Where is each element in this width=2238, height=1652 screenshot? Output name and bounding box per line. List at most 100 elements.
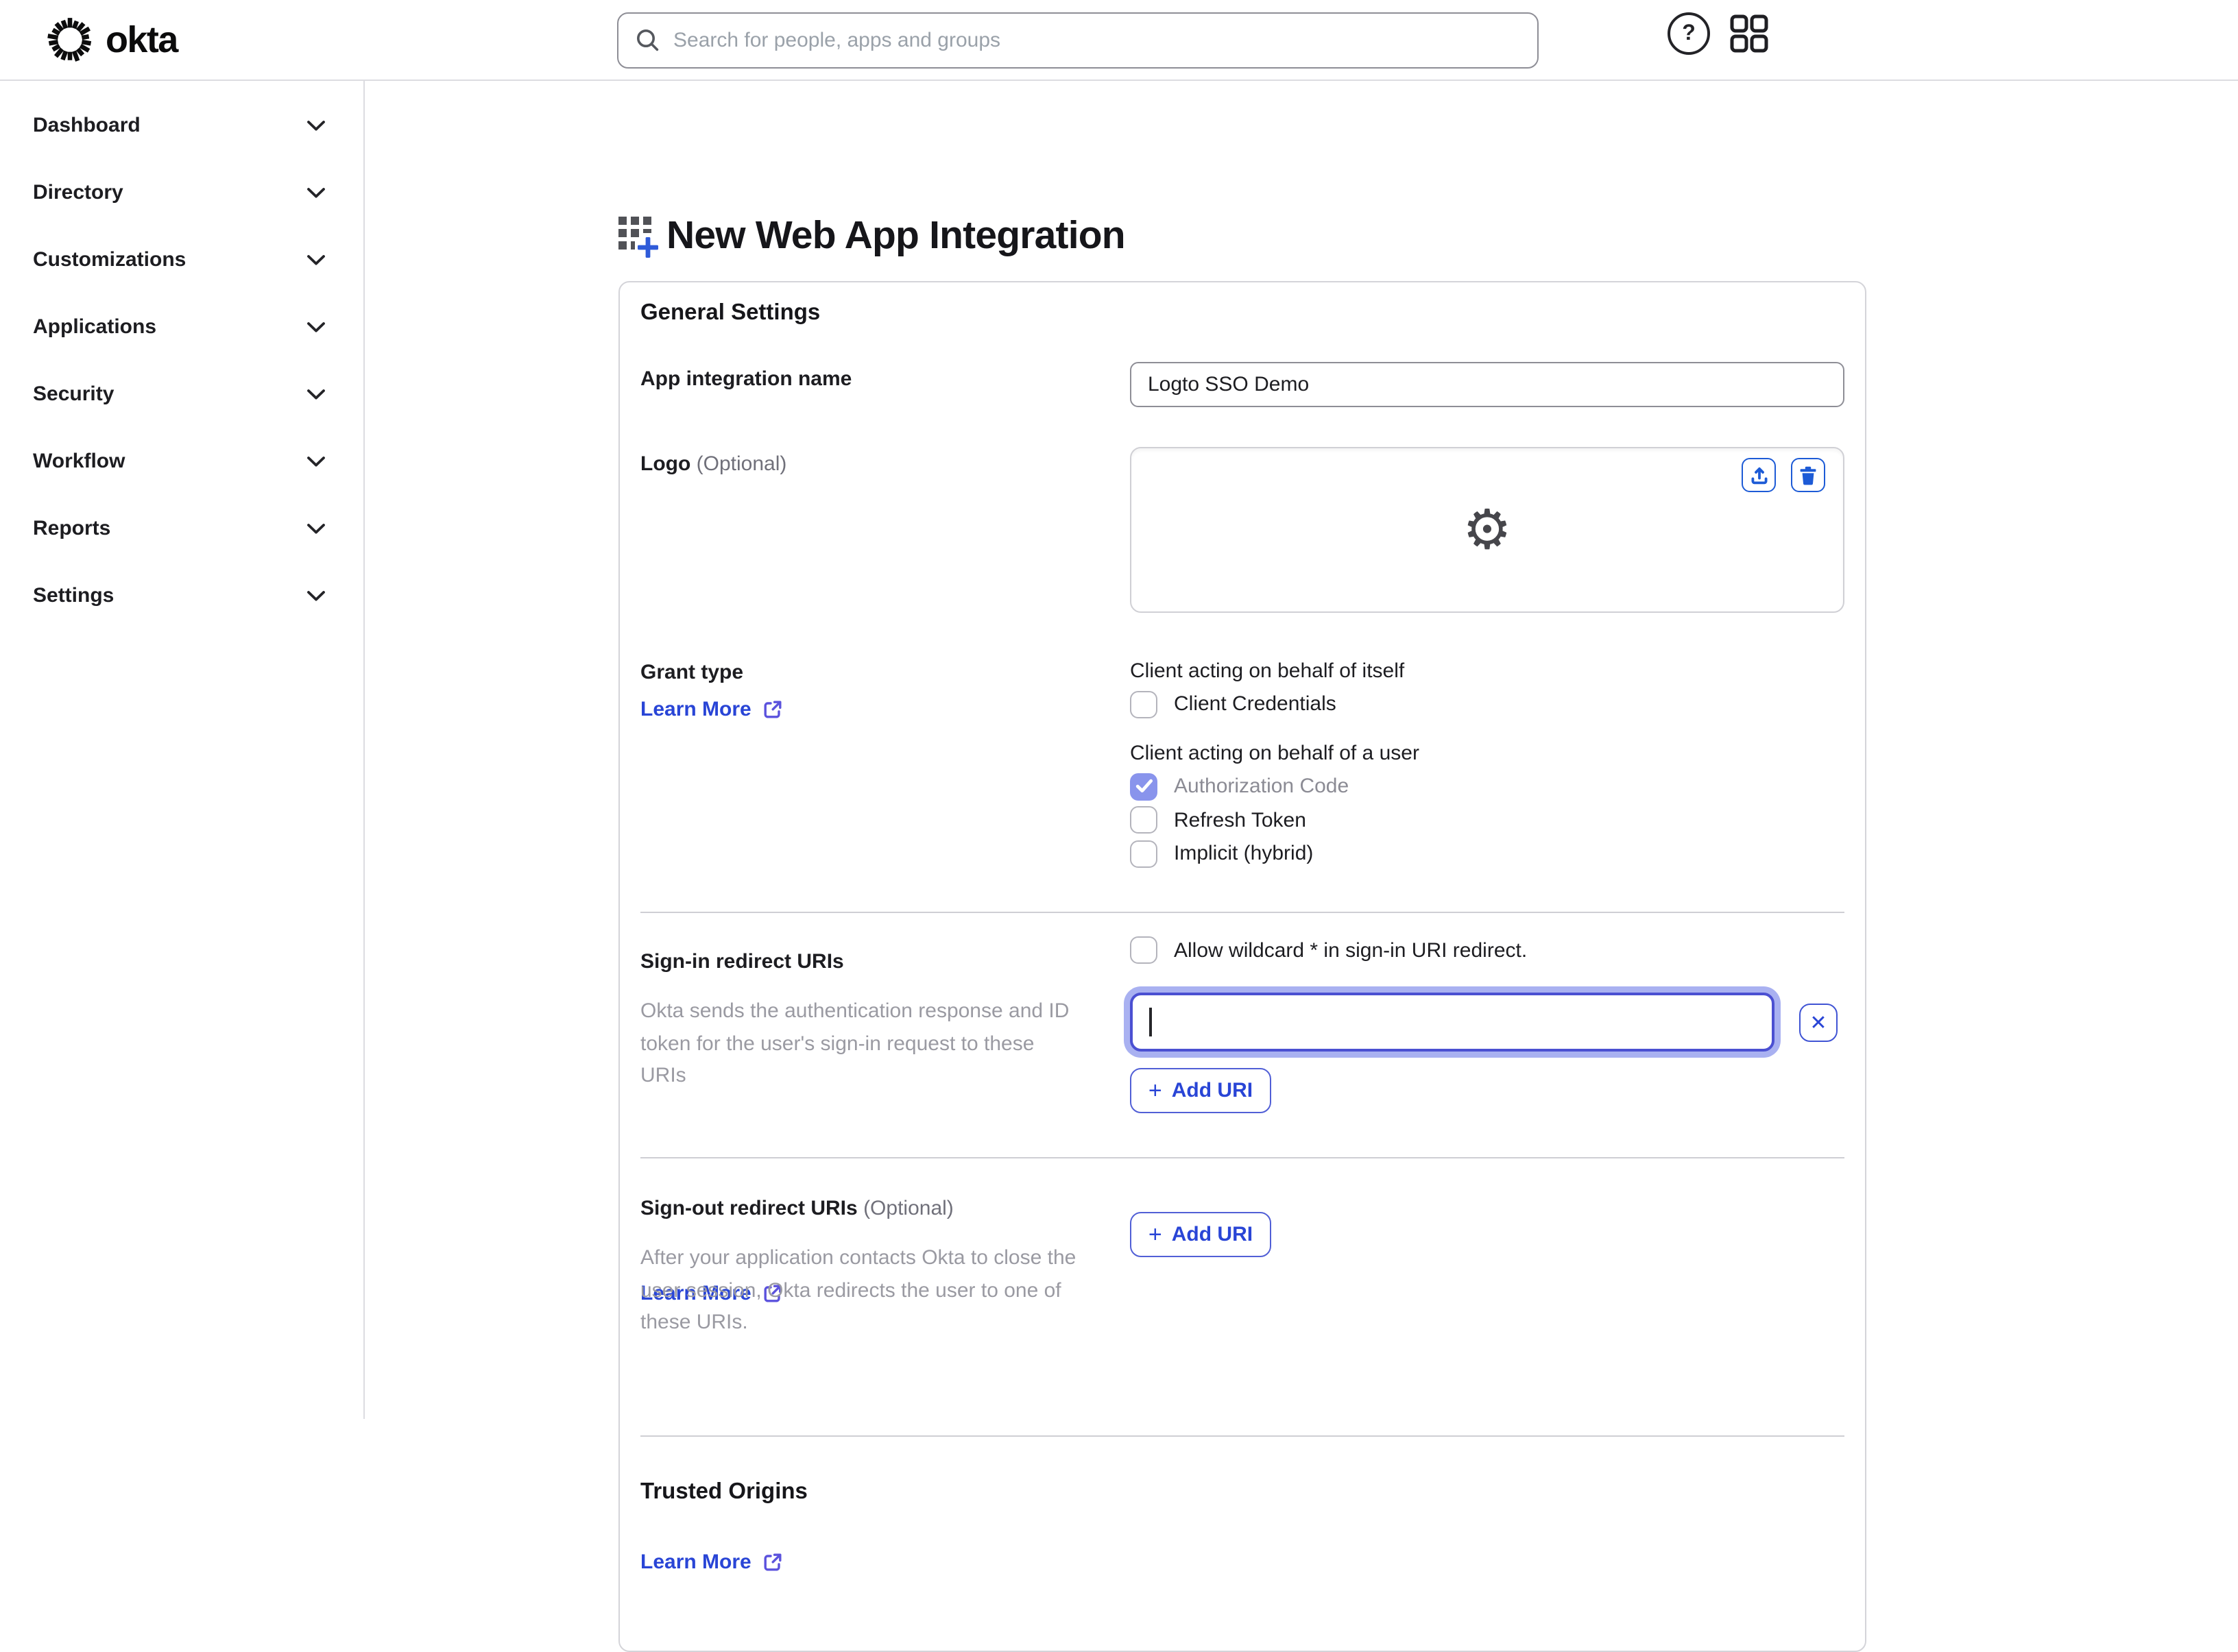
signin-wildcard-row: Allow wildcard * in sign-in URI redirect… — [1130, 934, 1844, 967]
sidebar-item-label: Dashboard — [33, 114, 141, 137]
learn-more-text: Learn More — [640, 698, 751, 721]
sidebar-item-dashboard[interactable]: Dashboard — [0, 92, 363, 159]
sidebar-item-label: Settings — [33, 584, 115, 607]
brand-wordmark: okta — [106, 19, 178, 60]
grant-learn-more-link[interactable]: Learn More — [640, 698, 783, 721]
apps-grid-icon[interactable] — [1729, 14, 1769, 53]
grant-type-label: Grant type — [640, 661, 744, 684]
external-link-icon — [764, 1553, 782, 1571]
checkbox-label: Allow wildcard * in sign-in URI redirect… — [1174, 938, 1528, 962]
search-input[interactable] — [673, 29, 1521, 52]
divider — [640, 912, 1844, 913]
divider — [640, 1435, 1844, 1437]
signout-optional-text: (Optional) — [863, 1197, 954, 1220]
grant-type-options: Client acting on behalf of itself Client… — [1130, 654, 1844, 871]
signin-uri-input-wrap — [1130, 993, 1774, 1052]
logo-preview-panel: ⚙ — [1130, 447, 1844, 613]
signout-description: After your application contacts Okta to … — [640, 1246, 1076, 1334]
signout-label-text: Sign-out redirect URIs — [640, 1197, 858, 1220]
sidebar-item-applications[interactable]: Applications — [0, 293, 363, 361]
signout-add-uri-button[interactable]: + Add URI — [1130, 1212, 1271, 1257]
checkbox-label: Client Credentials — [1174, 692, 1336, 716]
text-caret — [1149, 1008, 1151, 1036]
chevron-down-icon — [307, 389, 325, 399]
section-heading-trusted-origins: Trusted Origins — [640, 1479, 808, 1504]
add-uri-label: Add URI — [1171, 1223, 1253, 1246]
top-bar: okta ? — [0, 0, 2238, 81]
general-settings-card: General Settings App integration name Lo… — [618, 281, 1866, 1652]
logo-upload-button[interactable] — [1742, 458, 1776, 492]
grant-option-refresh-token: Refresh Token — [1130, 803, 1844, 837]
plus-icon: + — [1148, 1078, 1162, 1104]
add-uri-label: Add URI — [1171, 1079, 1253, 1102]
wildcard-checkbox[interactable] — [1130, 936, 1157, 964]
grant-group-itself-header: Client acting on behalf of itself — [1130, 659, 1405, 683]
gear-icon: ⚙ — [1463, 498, 1512, 561]
global-search[interactable] — [617, 12, 1539, 69]
signout-learn-more-link[interactable]: Learn More — [640, 1551, 783, 1574]
app-integration-name-input[interactable] — [1130, 362, 1844, 407]
signin-uri-input[interactable] — [1130, 993, 1774, 1052]
page-title: New Web App Integration — [666, 214, 1126, 258]
grant-option-authorization-code: Authorization Code — [1130, 770, 1844, 803]
checkbox-label: Authorization Code — [1174, 775, 1349, 799]
trash-icon — [1800, 465, 1816, 485]
checkbox-label: Refresh Token — [1174, 808, 1306, 832]
authorization-code-checkbox[interactable] — [1130, 773, 1157, 801]
signin-description: Okta sends the authentication response a… — [640, 999, 1070, 1087]
sidebar-item-label: Applications — [33, 315, 157, 339]
help-icon[interactable]: ? — [1668, 12, 1710, 55]
sidebar-item-directory[interactable]: Directory — [0, 159, 363, 226]
app-integration-add-icon — [618, 217, 660, 259]
upload-icon — [1750, 466, 1767, 484]
logo-optional-text: (Optional) — [696, 452, 787, 476]
search-icon — [637, 29, 659, 51]
sidebar-item-label: Customizations — [33, 248, 186, 271]
chevron-down-icon — [307, 254, 325, 265]
divider — [640, 1157, 1844, 1158]
sidebar-item-label: Workflow — [33, 450, 125, 473]
external-link-icon — [764, 701, 782, 718]
okta-logo[interactable]: okta — [47, 16, 178, 63]
logo-delete-button[interactable] — [1791, 458, 1825, 492]
sidebar-item-security[interactable]: Security — [0, 361, 363, 428]
signout-redirect-uris-label: Sign-out redirect URIs (Optional) — [640, 1197, 954, 1220]
wildcard-option: Allow wildcard * in sign-in URI redirect… — [1130, 934, 1844, 967]
learn-more-text: Learn More — [640, 1551, 751, 1574]
chevron-down-icon — [307, 321, 325, 332]
sidebar: Dashboard Directory Customizations Appli… — [0, 81, 365, 1419]
checkbox-label: Implicit (hybrid) — [1174, 842, 1314, 866]
grant-option-client-credentials: Client Credentials — [1130, 688, 1844, 721]
okta-admin-app: okta ? Dashboard — [0, 0, 2238, 1652]
remove-uri-button[interactable]: ✕ — [1799, 1004, 1838, 1042]
check-icon — [1135, 779, 1152, 793]
section-heading-general-settings: General Settings — [640, 300, 821, 325]
sidebar-item-label: Reports — [33, 517, 111, 540]
chevron-down-icon — [307, 523, 325, 533]
logo-label: Logo (Optional) — [640, 452, 786, 476]
chevron-down-icon — [307, 120, 325, 130]
grant-option-implicit-hybrid: Implicit (hybrid) — [1130, 837, 1844, 871]
logo-label-text: Logo — [640, 452, 691, 476]
close-icon: ✕ — [1809, 1012, 1827, 1035]
grant-group-user-header: Client acting on behalf of a user — [1130, 741, 1419, 765]
chevron-down-icon — [307, 590, 325, 600]
refresh-token-checkbox[interactable] — [1130, 806, 1157, 834]
sidebar-item-label: Directory — [33, 181, 123, 204]
sidebar-item-settings[interactable]: Settings — [0, 562, 363, 629]
sidebar-item-reports[interactable]: Reports — [0, 495, 363, 562]
main-content: New Web App Integration General Settings… — [365, 81, 2238, 1652]
client-credentials-checkbox[interactable] — [1130, 690, 1157, 718]
signin-redirect-uris-label: Sign-in redirect URIs — [640, 950, 844, 973]
sidebar-item-workflow[interactable]: Workflow — [0, 428, 363, 495]
okta-sunburst-icon — [47, 18, 92, 62]
sidebar-item-customizations[interactable]: Customizations — [0, 226, 363, 293]
signin-add-uri-button[interactable]: + Add URI — [1130, 1068, 1271, 1113]
help-glyph: ? — [1682, 21, 1696, 45]
app-integration-name-label: App integration name — [640, 367, 852, 391]
sidebar-item-label: Security — [33, 382, 115, 406]
implicit-hybrid-checkbox[interactable] — [1130, 840, 1157, 868]
chevron-down-icon — [307, 187, 325, 197]
page-header: New Web App Integration — [618, 214, 1126, 259]
plus-icon: + — [1148, 1222, 1162, 1248]
